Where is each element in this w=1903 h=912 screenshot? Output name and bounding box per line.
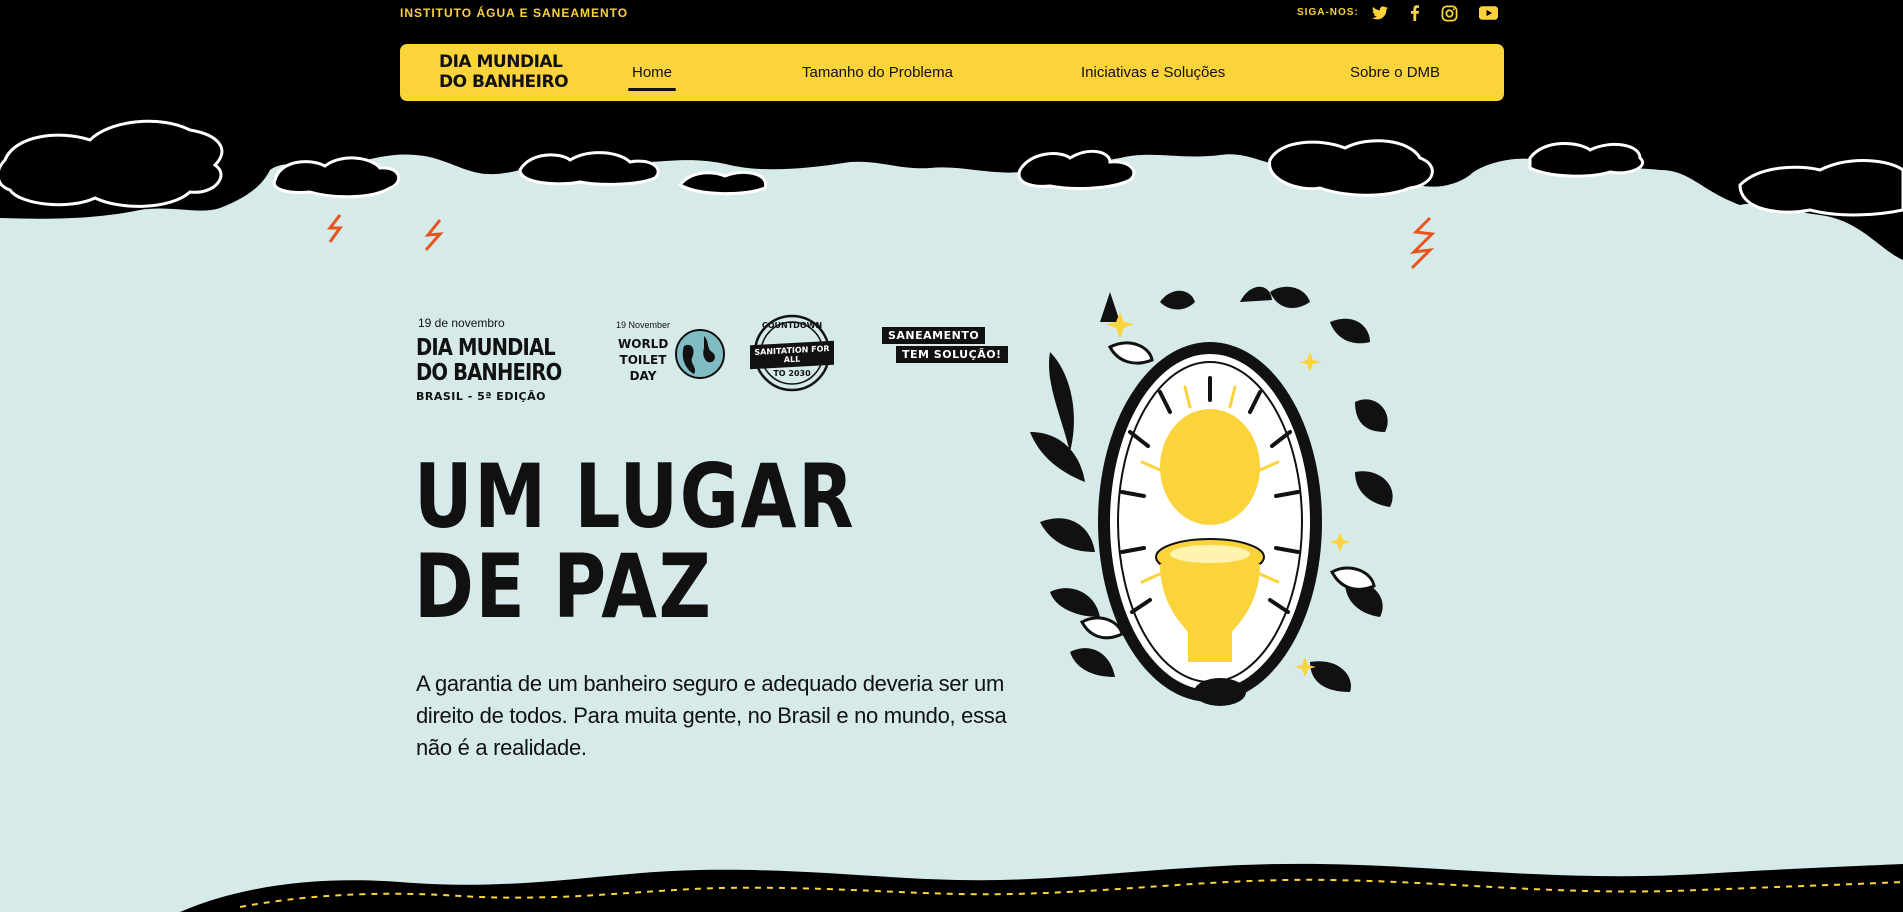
- nav-item-tamanho-do-problema[interactable]: Tamanho do Problema: [802, 64, 953, 81]
- hero-description: A garantia de um banheiro seguro e adequ…: [416, 671, 1007, 760]
- dmb-logo: 19 de novembro DIA MUNDIAL DO BANHEIRO B…: [416, 316, 587, 403]
- saneamento-tag: SANEAMENTO TEM SOLUÇÃO!: [882, 326, 1008, 363]
- twitter-icon[interactable]: [1369, 2, 1391, 24]
- countdown-stamp: COUNTDOWN SANITATION FOR ALL TO 2030: [750, 313, 834, 393]
- toilet-mirror-illustration: [1030, 286, 1393, 706]
- storm-clouds-decoration: [0, 110, 1903, 270]
- hero-headline: UM LUGAR DE PAZ: [414, 445, 856, 638]
- main-nav: DIA MUNDIAL DO BANHEIRO Home Tamanho do …: [400, 44, 1504, 101]
- nav-item-sobre-o-dmb[interactable]: Sobre o DMB: [1350, 64, 1440, 81]
- instagram-icon[interactable]: [1438, 2, 1460, 24]
- bottom-wave-decoration: [180, 863, 1903, 912]
- edition-label: BRASIL - 5ª EDIÇÃO: [416, 390, 546, 403]
- logo-title: DIA MUNDIAL DO BANHEIRO: [416, 335, 562, 386]
- globe-icon: [675, 329, 725, 379]
- world-toilet-day-logo: 19 November WORLD TOILET DAY: [612, 316, 732, 386]
- follow-label: SIGA-NOS:: [1297, 7, 1359, 18]
- event-date: 19 de novembro: [418, 316, 505, 330]
- facebook-icon[interactable]: [1404, 2, 1426, 24]
- nav-item-iniciativas-e-solucoes[interactable]: Iniciativas e Soluções: [1081, 64, 1225, 81]
- nav-item-home[interactable]: Home: [627, 64, 677, 91]
- youtube-icon[interactable]: [1477, 2, 1499, 24]
- nav-logo[interactable]: DIA MUNDIAL DO BANHEIRO: [439, 52, 569, 92]
- institute-link[interactable]: INSTITUTO ÁGUA E SANEAMENTO: [400, 6, 628, 20]
